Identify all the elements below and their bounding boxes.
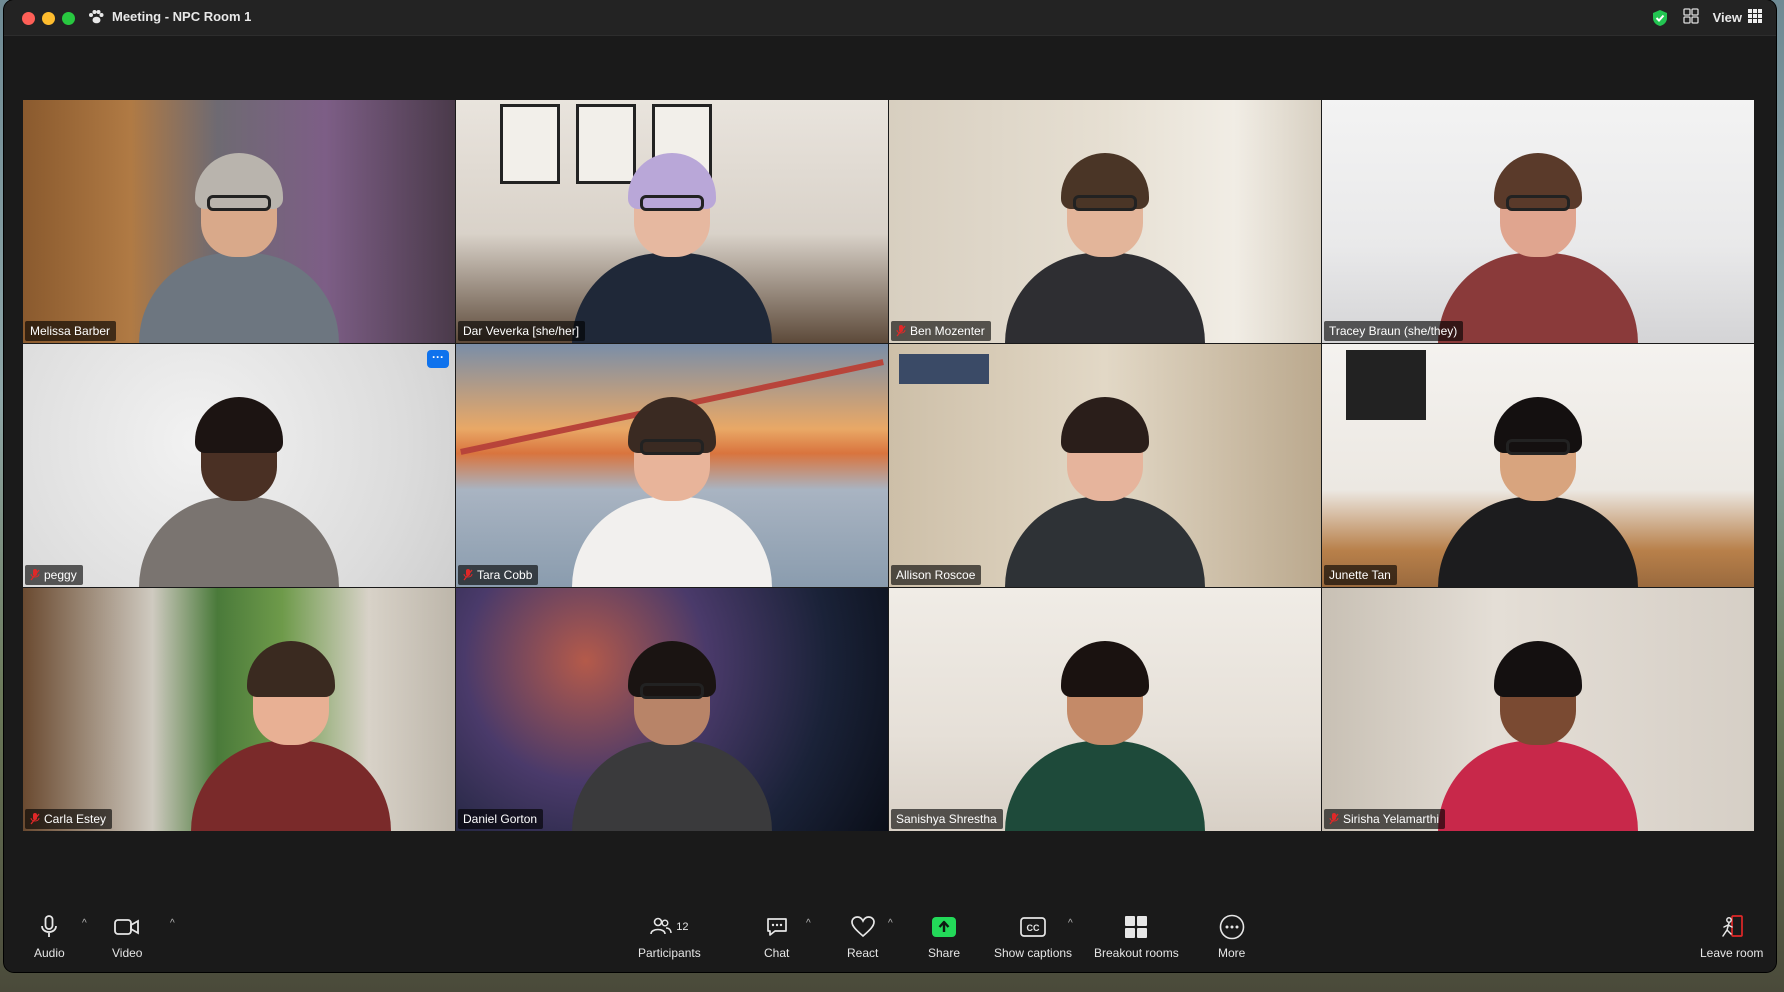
- participant-name-tag: Dar Veverka [she/her]: [458, 321, 586, 341]
- tile-more-options-button[interactable]: ···: [427, 350, 449, 368]
- title-bar: Meeting - NPC Room 1 View: [4, 0, 1776, 36]
- breakout-rooms-button[interactable]: Breakout rooms: [1094, 910, 1179, 960]
- muted-mic-icon: [30, 813, 40, 825]
- participant-name-tag: Tracey Braun (she/they): [1324, 321, 1464, 341]
- audio-options-caret-icon[interactable]: ^: [82, 918, 87, 929]
- leave-room-button[interactable]: Leave room: [1700, 910, 1763, 960]
- muted-mic-icon: [30, 569, 40, 581]
- security-shield-icon[interactable]: [1651, 9, 1669, 27]
- muted-mic-icon: [1329, 813, 1339, 825]
- more-dots-icon: [1219, 910, 1245, 944]
- minimize-window-button[interactable]: [42, 12, 55, 25]
- share-screen-button[interactable]: Share: [928, 910, 960, 960]
- show-captions-button[interactable]: CC Show captions: [994, 910, 1072, 960]
- captions-options-caret-icon[interactable]: ^: [1068, 918, 1073, 929]
- participant-name-tag: Ben Mozenter: [891, 321, 991, 341]
- video-tile[interactable]: Sanishya Shrestha: [889, 588, 1321, 831]
- meeting-controls-toolbar: Audio ^ Video ^ 12 Participants Chat ^ R…: [4, 910, 1776, 972]
- heart-icon: [850, 910, 875, 944]
- participant-name-tag: Daniel Gorton: [458, 809, 544, 829]
- grid-layout-icon[interactable]: [1682, 8, 1699, 27]
- video-tile[interactable]: Sirisha Yelamarthi: [1322, 588, 1754, 831]
- video-tile[interactable]: Ben Mozenter: [889, 100, 1321, 343]
- window-title: Meeting - NPC Room 1: [112, 9, 252, 24]
- video-tile[interactable]: Junette Tan: [1322, 344, 1754, 587]
- view-label: View: [1712, 10, 1742, 25]
- video-tile[interactable]: Tara Cobb: [456, 344, 888, 587]
- video-tile[interactable]: Carla Estey: [23, 588, 455, 831]
- video-tile[interactable]: Tracey Braun (she/they): [1322, 100, 1754, 343]
- video-options-caret-icon[interactable]: ^: [170, 918, 175, 929]
- chat-bubble-icon: [765, 910, 789, 944]
- participant-name-tag: Sanishya Shrestha: [891, 809, 1003, 829]
- fullscreen-window-button[interactable]: [62, 12, 75, 25]
- participants-button[interactable]: 12 Participants: [638, 910, 701, 960]
- svg-text:CC: CC: [1027, 923, 1040, 933]
- audio-button[interactable]: Audio: [34, 910, 65, 960]
- video-button[interactable]: Video: [112, 910, 142, 960]
- react-options-caret-icon[interactable]: ^: [888, 918, 893, 929]
- participant-name-tag: Carla Estey: [25, 809, 113, 829]
- view-button[interactable]: View: [1713, 9, 1762, 26]
- chat-options-caret-icon[interactable]: ^: [806, 918, 811, 929]
- paw-icon: [88, 9, 104, 24]
- participant-name-tag: Sirisha Yelamarthi: [1324, 809, 1446, 829]
- participant-name-tag: Allison Roscoe: [891, 565, 982, 585]
- microphone-icon: [39, 910, 59, 944]
- participants-count: 12: [676, 921, 689, 933]
- gallery-view: Melissa Barber Dar Veverka [she/her] Ben…: [23, 100, 1756, 844]
- video-tile[interactable]: Daniel Gorton: [456, 588, 888, 831]
- closed-captions-icon: CC: [1020, 910, 1046, 944]
- leave-room-icon: [1720, 910, 1744, 944]
- participant-name-tag: Junette Tan: [1324, 565, 1397, 585]
- more-button[interactable]: More: [1218, 910, 1245, 960]
- participant-name-tag: Melissa Barber: [25, 321, 117, 341]
- zoom-meeting-window: Meeting - NPC Room 1 View Melissa Barber: [4, 0, 1776, 972]
- video-tile[interactable]: Melissa Barber: [23, 100, 455, 343]
- video-tile[interactable]: Dar Veverka [she/her]: [456, 100, 888, 343]
- participant-name-tag: Tara Cobb: [458, 565, 539, 585]
- close-window-button[interactable]: [22, 12, 35, 25]
- react-button[interactable]: React: [847, 910, 878, 960]
- video-tile-active-speaker[interactable]: Allison Roscoe: [889, 344, 1321, 587]
- share-arrow-icon: [931, 910, 957, 944]
- video-tile[interactable]: ··· peggy: [23, 344, 455, 587]
- participant-name-tag: peggy: [25, 565, 83, 585]
- muted-mic-icon: [463, 569, 473, 581]
- muted-mic-icon: [896, 325, 906, 337]
- gallery-view-icon: [1748, 9, 1762, 26]
- breakout-rooms-icon: [1124, 910, 1148, 944]
- chat-button[interactable]: Chat: [764, 910, 789, 960]
- video-camera-icon: [114, 910, 140, 944]
- participants-icon: [650, 917, 672, 938]
